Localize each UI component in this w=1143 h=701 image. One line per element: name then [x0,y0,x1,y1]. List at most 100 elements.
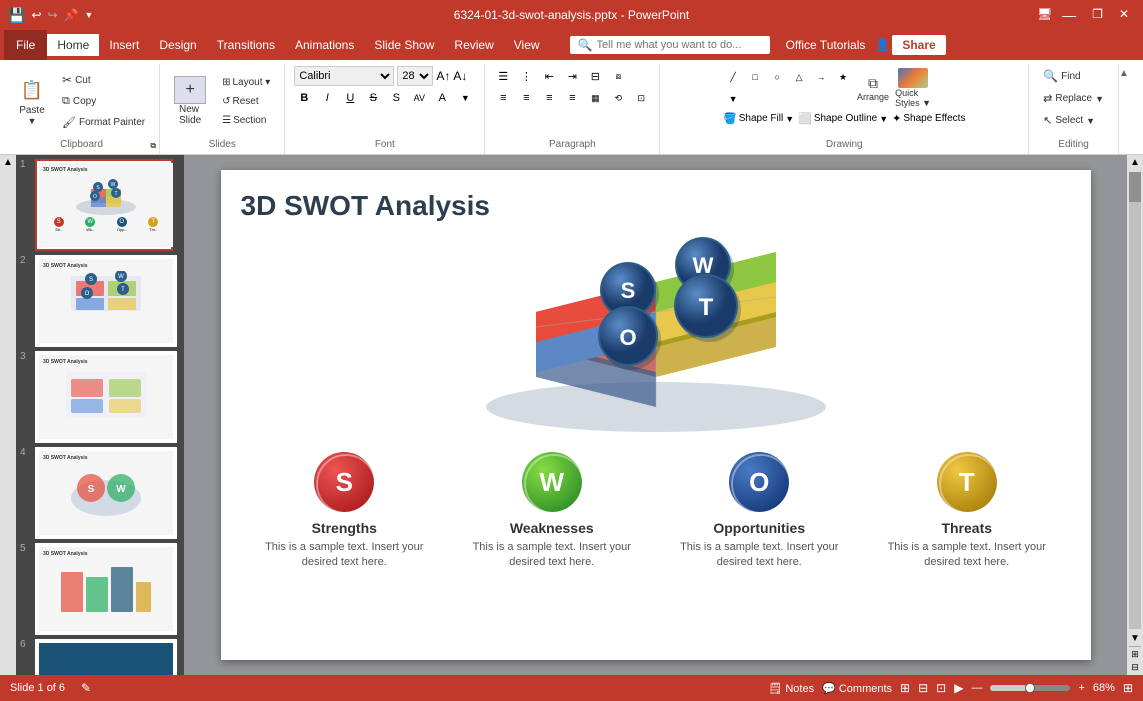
select-dropdown[interactable]: ▼ [1086,116,1095,126]
font-size-select[interactable]: 28 [397,66,433,86]
comments-btn[interactable]: 💬 Comments [822,682,892,695]
scroll-down-arrow[interactable]: ▼ [1128,631,1142,646]
replace-dropdown[interactable]: ▼ [1095,94,1104,104]
view-reading-btn[interactable]: ⊡ [936,681,946,695]
menu-file[interactable]: File [4,30,47,60]
shape-oval[interactable]: ○ [767,67,787,87]
slide-canvas[interactable]: 3D SWOT Analysis [221,170,1091,660]
reset-button[interactable]: ↺ Reset [216,93,276,110]
office-tutorials-link[interactable]: Office Tutorials [786,38,866,52]
shape-more[interactable]: ▼ [723,89,743,109]
shape-arrow[interactable]: → [811,67,831,87]
bold-btn[interactable]: B [294,88,314,108]
view-normal-btn[interactable]: ⊞ [900,681,910,695]
zoom-out-btn[interactable]: — [971,682,982,694]
select-button[interactable]: ↖ Select ▼ [1037,111,1101,130]
layout-button[interactable]: ⊞ Layout ▾ [216,74,276,91]
save-icon[interactable]: 💾 [8,7,25,24]
menu-insert[interactable]: Insert [99,34,149,56]
cut-button[interactable]: ✂ Cut [56,70,151,90]
numbering-btn[interactable]: ⋮ [516,66,536,86]
accessibility-icon[interactable]: ✎ [81,681,91,695]
shape-star[interactable]: ★ [833,67,853,87]
zoom-down-btn[interactable]: ⊟ [1131,662,1139,673]
zoom-slider[interactable] [990,685,1070,691]
shape-tri[interactable]: △ [789,67,809,87]
justify-btn[interactable]: ≡ [562,88,582,108]
format-painter-button[interactable]: 🖌 Format Painter [56,113,151,132]
text-dir-btn[interactable]: ⟲ [608,88,628,108]
fit-to-window-btn[interactable]: ⊞ [1123,681,1133,695]
align-right-btn[interactable]: ≡ [539,88,559,108]
scroll-up-btn[interactable]: ▲ [3,157,13,168]
ribbon-collapse-btn[interactable]: ▲ [1119,68,1129,79]
find-button[interactable]: 🔍 Find [1037,66,1086,86]
menu-slideshow[interactable]: Slide Show [364,34,444,56]
align-center-btn[interactable]: ≡ [516,88,536,108]
menu-transitions[interactable]: Transitions [207,34,285,56]
zoom-slider-thumb[interactable] [1025,683,1035,693]
indent-less-btn[interactable]: ⇤ [539,66,559,86]
slide-1-thumb[interactable]: 3D SWOT Analysis [35,159,173,251]
view-slide-sorter-btn[interactable]: ⊟ [918,681,928,695]
view-slideshow-btn[interactable]: ▶ [954,681,963,695]
search-input[interactable] [597,39,747,51]
zoom-fit-btn[interactable]: ⊞ [1131,649,1139,660]
undo-icon[interactable]: ↩ [31,8,41,22]
indent-more-btn[interactable]: ⇥ [562,66,582,86]
shape-rect[interactable]: □ [745,67,765,87]
zoom-in-btn[interactable]: + [1078,682,1084,694]
paste-dropdown[interactable]: ▼ [28,116,37,126]
right-scrollbar[interactable]: ▲ ▼ ⊞ ⊟ [1127,155,1143,675]
menu-design[interactable]: Design [149,34,206,56]
menu-animations[interactable]: Animations [285,34,364,56]
italic-btn[interactable]: I [317,88,337,108]
dropdown-icon[interactable]: ▼ [85,10,94,20]
slide-6-thumb[interactable]: www.heritage-digital... [35,639,177,675]
notes-btn[interactable]: 🗒 Notes [768,682,814,695]
section-button[interactable]: ☰ Section [216,112,276,129]
slide-3-thumb[interactable]: 3D SWOT Analysis [35,351,177,443]
arrange-button[interactable]: ⧉ Arrange [855,73,891,104]
slide-title[interactable]: 3D SWOT Analysis [241,190,1071,222]
menu-review[interactable]: Review [444,34,503,56]
font-shrink-btn[interactable]: A↓ [453,69,467,83]
shape-outline-dropdown[interactable]: ▼ [879,114,888,124]
underline-btn[interactable]: U [340,88,360,108]
close-btn[interactable]: ✕ [1113,7,1135,23]
font-family-select[interactable]: Calibri [294,66,394,86]
minimize-btn[interactable]: — [1056,7,1082,23]
text-align-btn[interactable]: ⊡ [631,88,651,108]
char-spacing-btn[interactable]: AV [409,88,429,108]
redo-icon[interactable]: ↪ [48,8,58,22]
col-btn[interactable]: ▦ [585,88,605,108]
smartart-btn[interactable]: ⧈ [608,66,628,86]
scroll-thumb[interactable] [1129,172,1141,202]
restore-btn[interactable]: ❐ [1086,7,1109,23]
slide-5-thumb[interactable]: 3D SWOT Analysis [35,543,177,635]
font-grow-btn[interactable]: A↑ [436,69,450,83]
col-layout-btn[interactable]: ⊟ [585,66,605,86]
slide-2-thumb[interactable]: 3D SWOT Analysis S [35,255,177,347]
new-slide-button[interactable]: + NewSlide [168,73,212,129]
shape-fill-btn[interactable]: 🪣 Shape Fill ▼ [723,112,794,125]
search-bar[interactable]: 🔍 [570,36,770,54]
scroll-up-arrow[interactable]: ▲ [1128,155,1142,170]
quick-styles-button[interactable]: QuickStyles ▼ [893,66,933,110]
copy-button[interactable]: ⧉ Copy [56,92,151,111]
shape-effects-btn[interactable]: ✦ Shape Effects [892,112,965,125]
strikethrough-btn[interactable]: S [363,88,383,108]
shape-line[interactable]: ╱ [723,67,743,87]
paste-button[interactable]: 📋 Paste ▼ [12,74,52,129]
shape-outline-btn[interactable]: ⬜ Shape Outline ▼ [798,112,888,125]
bullets-btn[interactable]: ☰ [493,66,513,86]
minimize-icon[interactable]: 🖥 [1037,7,1052,23]
share-button[interactable]: Share [892,35,945,55]
pin-icon[interactable]: 📌 [64,8,79,22]
align-left-btn[interactable]: ≡ [493,88,513,108]
shape-fill-dropdown[interactable]: ▼ [785,114,794,124]
font-color-dropdown[interactable]: ▼ [455,88,475,108]
font-color-btn[interactable]: A [432,88,452,108]
slide-panel[interactable]: 1 3D SWOT Analysis [16,155,184,675]
menu-view[interactable]: View [504,34,550,56]
